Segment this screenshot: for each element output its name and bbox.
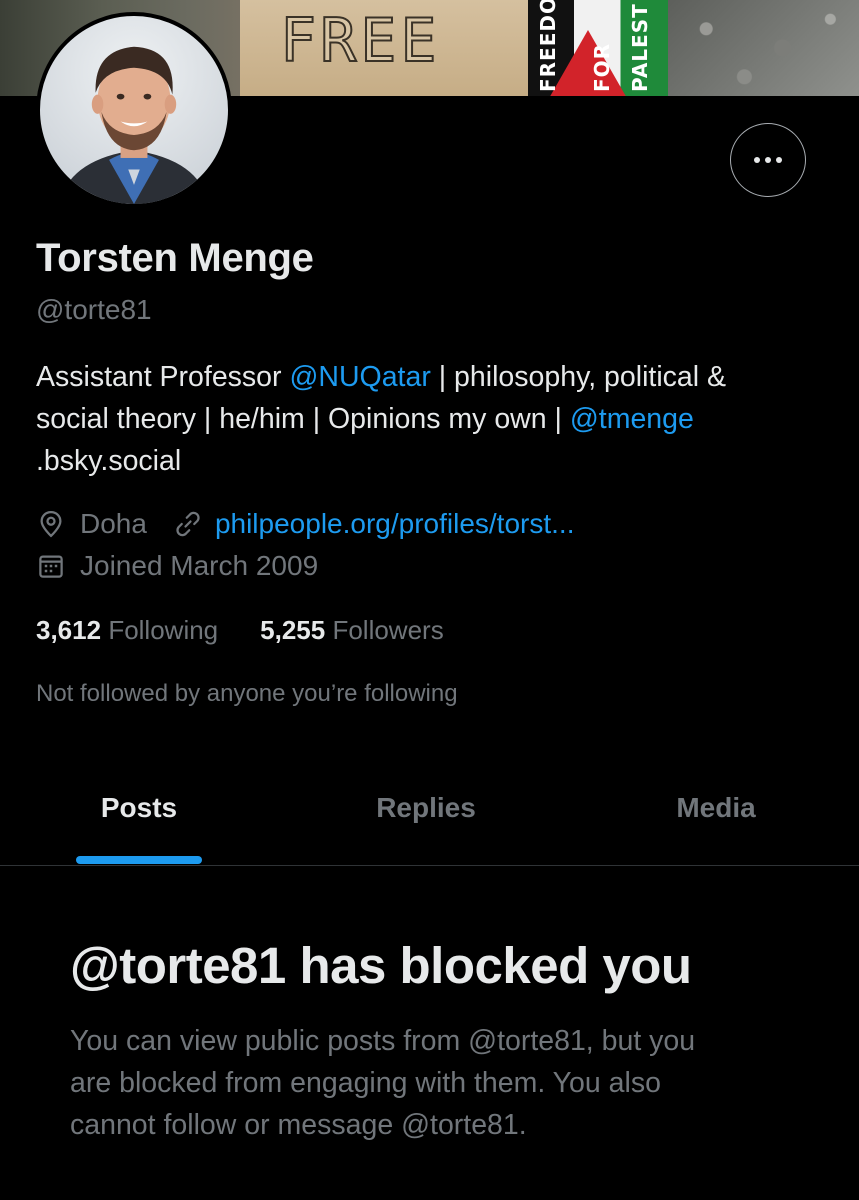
bio-text: Assistant Professor (36, 361, 290, 393)
tab-posts[interactable]: Posts (0, 760, 278, 865)
more-options-button[interactable] (730, 123, 806, 197)
more-horizontal-icon (754, 157, 782, 163)
flag-triangle (548, 30, 628, 96)
profile-avatar[interactable] (36, 12, 232, 208)
profile-stats: 3,612 Following 5,255 Followers (36, 615, 444, 646)
followers-count: 5,255 (260, 615, 326, 645)
profile-meta-row: Doha philpeople.org/profiles/torst... (36, 508, 574, 540)
location-pin-icon (40, 510, 62, 538)
bio-text: social theory | he/him | Opinions my own… (36, 403, 570, 435)
avatar-photo (59, 46, 209, 204)
blocked-desc-line-2: are blocked from engaging with them. You… (70, 1067, 661, 1099)
mention-link-tmenge[interactable]: @tmenge (570, 403, 694, 435)
flag-text-3: PALEST (628, 3, 652, 92)
blocked-desc-line-3: cannot follow or message @torte81. (70, 1109, 527, 1141)
tab-replies[interactable]: Replies (286, 760, 566, 865)
calendar-icon (39, 555, 63, 578)
followers-stat[interactable]: 5,255 Followers (260, 615, 444, 646)
profile-handle: @torte81 (36, 294, 152, 325)
blocked-description: You can view public posts from @torte81,… (70, 1020, 810, 1146)
profile-joined-row: Joined March 2009 (36, 550, 318, 582)
bio-text: | philosophy, political & (430, 361, 727, 393)
profile-tabs: Posts Replies Media (0, 760, 859, 866)
bio-line-2: social theory | he/him | Opinions my own… (36, 398, 836, 440)
profile-page: FREE FREEDO FOR PALEST Torsten Menge @to… (0, 0, 859, 1200)
following-stat[interactable]: 3,612 Following (36, 615, 218, 646)
flag-text-2: FOR (590, 42, 614, 92)
following-count: 3,612 (36, 615, 102, 645)
profile-bio: Assistant Professor @NUQatar | philosoph… (36, 356, 836, 482)
profile-name: Torsten Menge (36, 236, 314, 280)
profile-location: Doha (80, 508, 147, 539)
flag-text-1: FREEDO (536, 0, 560, 92)
bio-line-3: .bsky.social (36, 440, 836, 482)
followers-label: Followers (332, 615, 444, 645)
banner-gravel (668, 0, 859, 96)
blocked-title: @torte81 has blocked you (70, 937, 692, 994)
link-icon (176, 511, 200, 537)
tab-media[interactable]: Media (576, 760, 856, 865)
mention-link-nuqatar[interactable]: @NUQatar (289, 361, 430, 393)
banner-flag: FREEDO FOR PALEST (528, 0, 668, 96)
active-tab-indicator (76, 856, 202, 864)
bio-text: .bsky.social (36, 445, 182, 477)
following-label: Following (108, 615, 219, 645)
profile-joined-date: Joined March 2009 (80, 550, 319, 581)
blocked-desc-line-1: You can view public posts from @torte81,… (70, 1025, 696, 1057)
banner-sign-text: FREE (279, 5, 441, 77)
followed-by-text: Not followed by anyone you’re following (36, 680, 458, 707)
profile-website-link[interactable]: philpeople.org/profiles/torst... (215, 508, 575, 540)
bio-line-1: Assistant Professor @NUQatar | philosoph… (36, 356, 836, 398)
